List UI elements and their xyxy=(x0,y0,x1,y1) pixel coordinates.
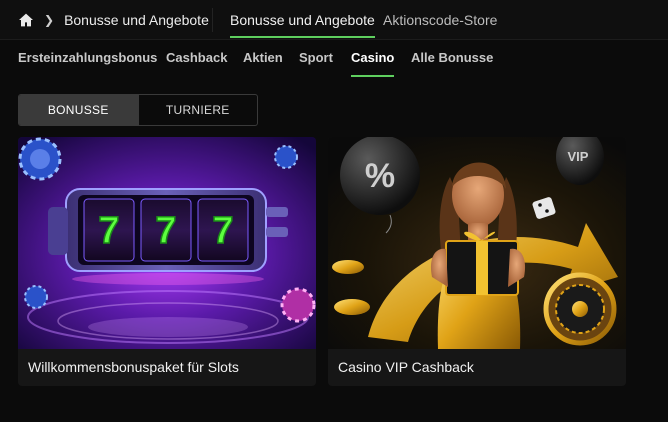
casino-subnav: Ersteinzahlungsbonus Cashback Aktien Spo… xyxy=(0,40,668,78)
turniere-button[interactable]: TURNIERE xyxy=(137,95,258,125)
breadcrumb-label[interactable]: Bonusse und Angebote xyxy=(64,12,209,28)
page-footer-space xyxy=(0,402,668,422)
slot-machine-image: 7 7 7 xyxy=(18,137,316,349)
card-title[interactable]: Willkommensbonuspaket für Slots xyxy=(28,359,239,375)
bonus-card-slots[interactable]: 7 7 7 Willkommensbonuspaket für Slots xyxy=(18,137,316,386)
subtab-cashback[interactable]: Cashback xyxy=(166,50,227,65)
subtab-alle-bonusse[interactable]: Alle Bonusse xyxy=(411,50,493,65)
chevron-right-icon: ❯ xyxy=(44,13,55,27)
percent-balloon-text: % xyxy=(365,157,395,195)
subtab-aktien[interactable]: Aktien xyxy=(243,50,283,65)
vip-balloon-text: VIP xyxy=(568,149,589,164)
home-icon[interactable] xyxy=(18,12,34,28)
tab-aktionscode-store[interactable]: Aktionscode-Store xyxy=(383,0,497,40)
subtab-casino[interactable]: Casino xyxy=(351,50,395,77)
bonus-card-vip-cashback[interactable]: % VIP Casino VIP Cashback xyxy=(328,137,626,386)
reel-symbol: 7 xyxy=(155,210,176,252)
vip-cashback-image: % VIP xyxy=(328,137,626,349)
card-title[interactable]: Casino VIP Cashback xyxy=(338,359,474,375)
tab-bonusse-und-angebote[interactable]: Bonusse und Angebote xyxy=(230,0,375,40)
bonus-type-toggle: BONUSSE TURNIERE xyxy=(18,94,258,126)
divider xyxy=(212,8,213,32)
subtab-ersteinzahlungsbonus[interactable]: Ersteinzahlungsbonus xyxy=(18,50,157,65)
reel-symbol: 7 xyxy=(98,210,119,252)
breadcrumb: ❯ Bonusse und Angebote xyxy=(18,0,209,40)
reel-symbol: 7 xyxy=(212,210,233,252)
subtab-sport[interactable]: Sport xyxy=(299,50,333,65)
top-navigation: ❯ Bonusse und Angebote Bonusse und Angeb… xyxy=(0,0,668,40)
bonusse-button[interactable]: BONUSSE xyxy=(19,95,138,125)
